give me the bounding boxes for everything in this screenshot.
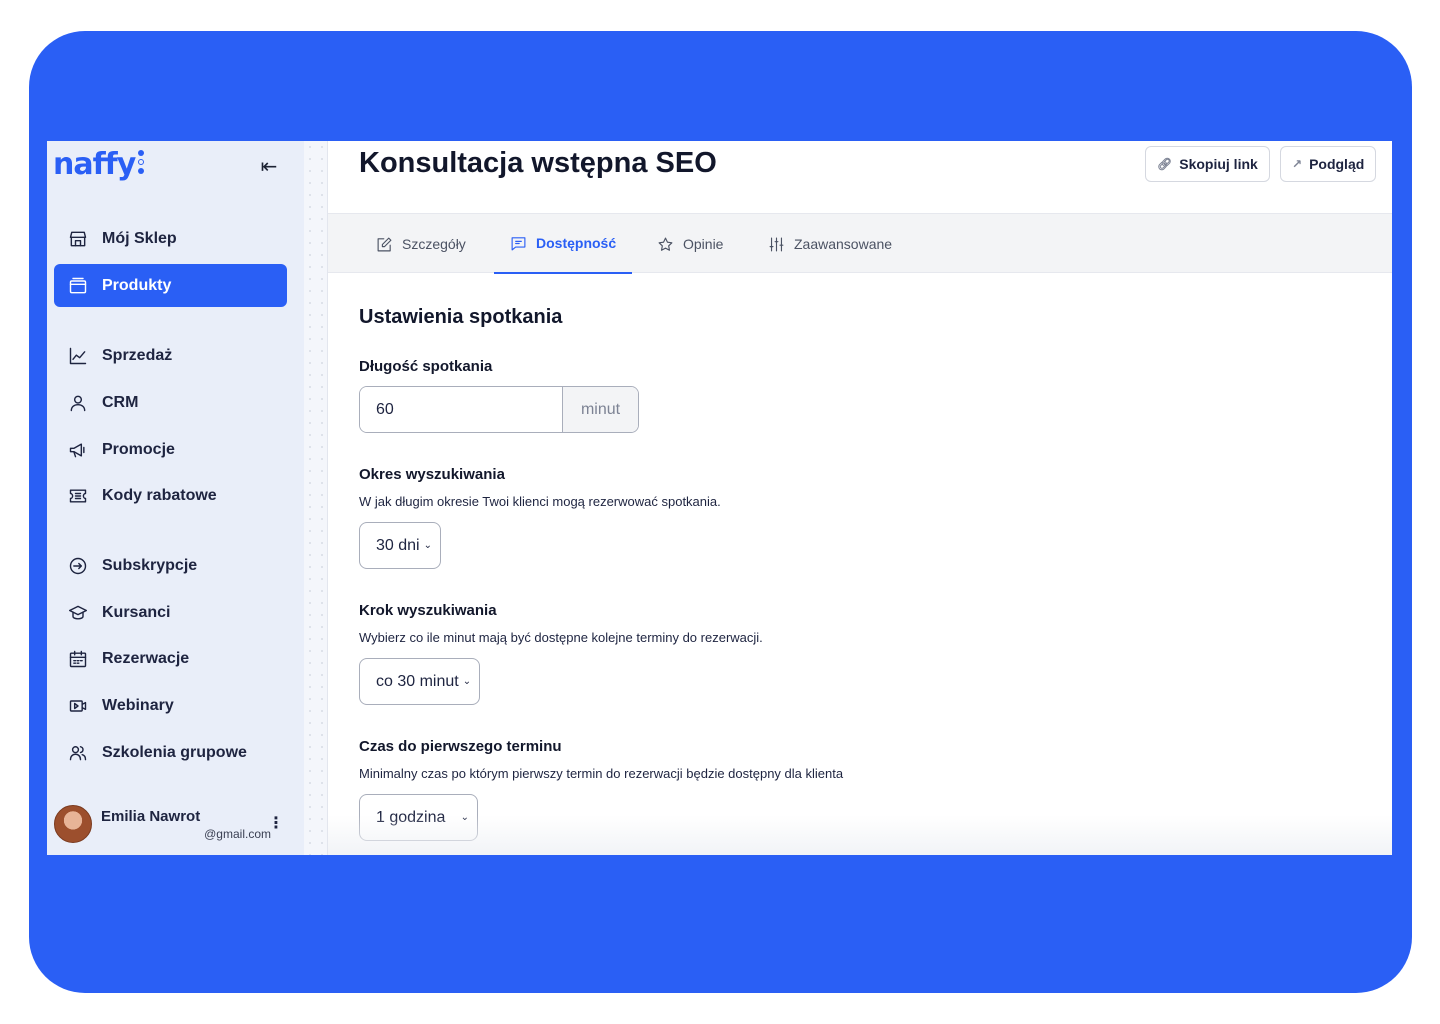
- user-info: Emilia Nawrot @gmail.com: [101, 808, 271, 841]
- sidebar-item-label: Produkty: [102, 276, 172, 294]
- calendar-icon: [68, 649, 88, 669]
- subscription-icon: [68, 556, 88, 576]
- sidebar-item-label: CRM: [102, 393, 139, 411]
- main-content: Konsultacja wstępna SEO 🔗︎ Skopiuj link …: [328, 141, 1392, 855]
- tabs-bar: Szczegóły Dostępność Opinie Zaawansowane: [328, 213, 1392, 274]
- sidebar-item-rezerwacje[interactable]: Rezerwacje: [54, 637, 287, 680]
- background-frame: naffy ⇤ Mój Sklep Produkty Sprzedaż CRM …: [29, 31, 1412, 993]
- sidebar-item-crm[interactable]: CRM: [54, 381, 287, 424]
- tab-szczegoly[interactable]: Szczegóły: [360, 214, 482, 274]
- tab-zaawansowane[interactable]: Zaawansowane: [752, 214, 908, 274]
- lead-time-description: Minimalny czas po którym pierwszy termin…: [359, 766, 844, 781]
- sidebar-item-sprzedaz[interactable]: Sprzedaż: [54, 334, 287, 377]
- sidebar-item-moj-sklep[interactable]: Mój Sklep: [54, 217, 287, 260]
- video-icon: [68, 696, 88, 716]
- preview-button[interactable]: ↗ Podgląd: [1280, 146, 1377, 182]
- sidebar-item-label: Kody rabatowe: [102, 486, 217, 504]
- collapse-sidebar-icon[interactable]: ⇤: [257, 155, 281, 179]
- folder-icon: [68, 276, 88, 296]
- scroll-fade: [328, 815, 1392, 855]
- users-icon: [68, 743, 88, 763]
- sidebar-item-label: Rezerwacje: [102, 649, 190, 667]
- duration-input[interactable]: [360, 387, 562, 432]
- period-description: W jak długim okresie Twoi klienci mogą r…: [359, 494, 721, 509]
- step-description: Wybierz co ile minut mają być dostępne k…: [359, 630, 763, 645]
- sidebar-item-produkty[interactable]: Produkty: [54, 264, 287, 307]
- chevron-down-icon: ⌄: [462, 676, 472, 687]
- tab-label: Opinie: [683, 236, 724, 252]
- sidebar-item-label: Mój Sklep: [102, 229, 177, 247]
- sidebar-divider: [304, 141, 328, 855]
- sidebar-item-label: Sprzedaż: [102, 346, 173, 364]
- step-value: co 30 minut: [376, 672, 459, 690]
- sliders-icon: [769, 237, 784, 251]
- logo-dots: [138, 147, 146, 175]
- chart-line-icon: [68, 346, 88, 366]
- copy-link-button[interactable]: 🔗︎ Skopiuj link: [1145, 146, 1270, 182]
- more-vertical-icon[interactable]: ⋮: [268, 813, 284, 833]
- user-name: Emilia Nawrot: [101, 807, 201, 825]
- sidebar-item-kody-rabatowe[interactable]: Kody rabatowe: [54, 474, 287, 517]
- page-title: Konsultacja wstępna SEO: [359, 147, 717, 179]
- chevron-down-icon: ⌄: [423, 540, 432, 551]
- app-window: naffy ⇤ Mój Sklep Produkty Sprzedaż CRM …: [47, 141, 1392, 855]
- ticket-icon: [68, 486, 88, 506]
- sidebar-item-subskrypcje[interactable]: Subskrypcje: [54, 544, 287, 587]
- external-link-icon: ↗: [1292, 157, 1303, 171]
- lead-time-select[interactable]: 1 godzina ⌄: [359, 794, 478, 841]
- link-icon: 🔗︎: [1157, 157, 1173, 171]
- tab-label: Dostępność: [536, 235, 617, 251]
- edit-icon: [377, 237, 392, 251]
- avatar: [54, 805, 92, 843]
- sidebar-item-label: Kursanci: [102, 603, 171, 621]
- sidebar-item-label: Subskrypcje: [102, 556, 198, 574]
- sidebar-item-szkolenia-grupowe[interactable]: Szkolenia grupowe: [54, 731, 287, 774]
- chevron-down-icon: ⌄: [460, 812, 469, 823]
- preview-label: Podgląd: [1309, 156, 1365, 172]
- sidebar-item-label: Szkolenia grupowe: [102, 743, 247, 761]
- sidebar: naffy ⇤ Mój Sklep Produkty Sprzedaż CRM …: [47, 141, 304, 855]
- sidebar-item-promocje[interactable]: Promocje: [54, 428, 287, 471]
- duration-input-group: minut: [359, 386, 639, 433]
- graduation-cap-icon: [68, 603, 88, 623]
- message-icon: [511, 236, 526, 250]
- step-label: Krok wyszukiwania: [359, 602, 497, 619]
- lead-time-label: Czas do pierwszego terminu: [359, 738, 562, 755]
- star-icon: [658, 237, 673, 251]
- duration-label: Długość spotkania: [359, 358, 493, 375]
- period-value: 30 dni: [376, 536, 420, 554]
- sidebar-item-label: Promocje: [102, 440, 175, 458]
- tab-label: Zaawansowane: [794, 236, 893, 252]
- tab-dostepnosc[interactable]: Dostępność: [494, 214, 633, 274]
- period-label: Okres wyszukiwania: [359, 466, 505, 483]
- logo-text: naffy: [53, 147, 136, 182]
- user-email: @gmail.com: [204, 826, 271, 841]
- user-profile[interactable]: Emilia Nawrot @gmail.com ⋮: [54, 801, 294, 847]
- copy-link-label: Skopiuj link: [1179, 156, 1258, 172]
- sidebar-item-label: Webinary: [102, 696, 174, 714]
- lead-time-value: 1 godzina: [376, 808, 446, 826]
- store-icon: [68, 229, 88, 249]
- tab-label: Szczegóły: [402, 236, 466, 252]
- sidebar-item-webinary[interactable]: Webinary: [54, 684, 287, 727]
- step-select[interactable]: co 30 minut ⌄: [359, 658, 481, 705]
- sidebar-item-kursanci[interactable]: Kursanci: [54, 591, 287, 634]
- user-icon: [68, 393, 88, 413]
- megaphone-icon: [68, 440, 88, 460]
- tab-opinie[interactable]: Opinie: [641, 214, 739, 274]
- section-title: Ustawienia spotkania: [359, 306, 563, 328]
- logo[interactable]: naffy: [53, 147, 146, 182]
- period-select[interactable]: 30 dni ⌄: [359, 522, 441, 569]
- duration-suffix: minut: [562, 387, 638, 432]
